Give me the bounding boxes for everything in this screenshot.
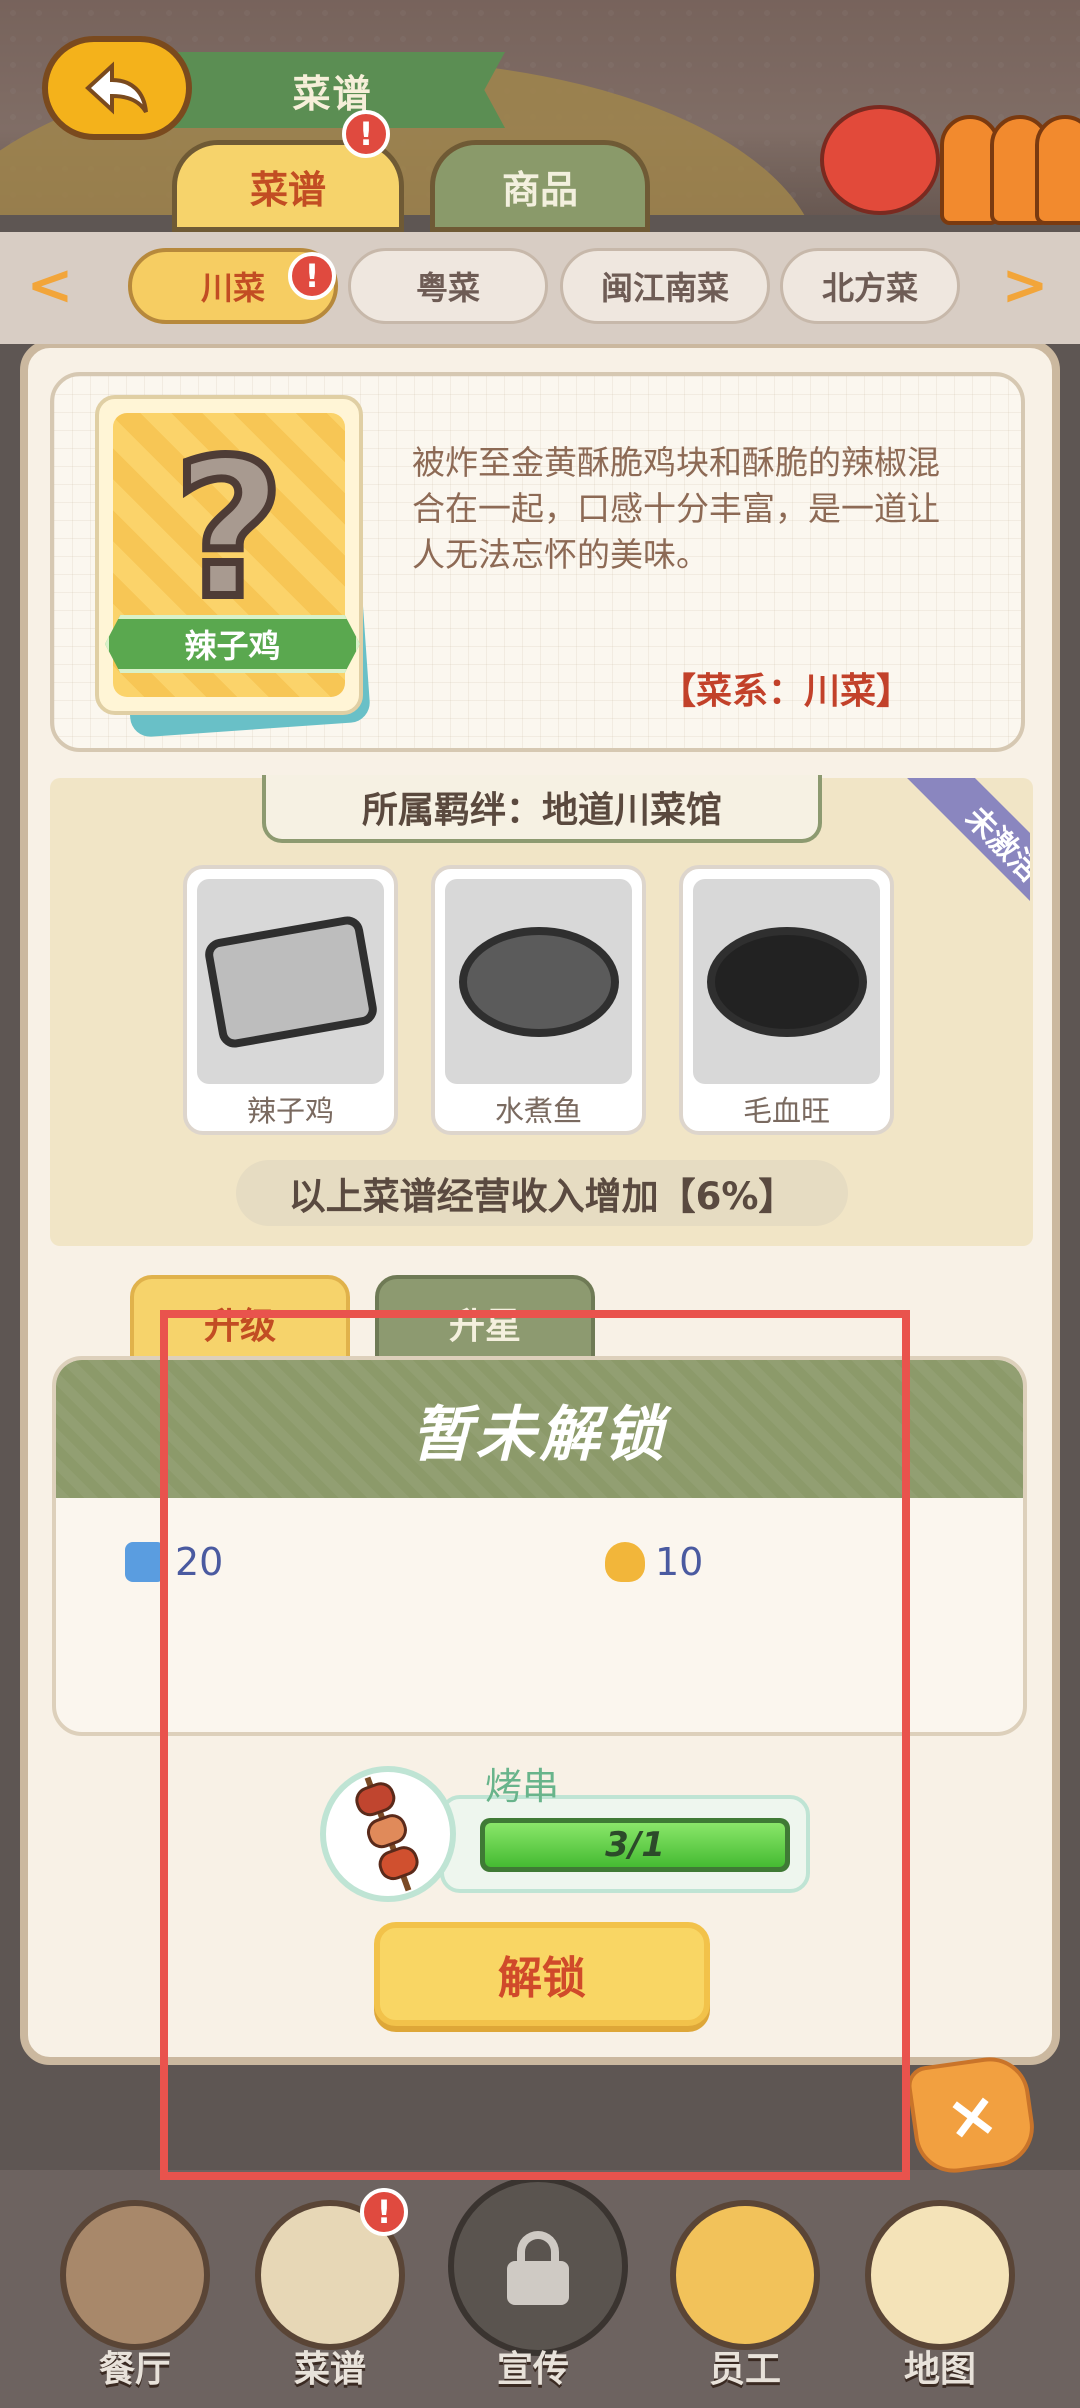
alert-badge-icon: !	[342, 110, 390, 158]
prev-category-button[interactable]: <	[10, 250, 90, 320]
question-mark-icon: ?	[170, 419, 288, 640]
category-tab-cantonese[interactable]: 粤菜	[348, 248, 548, 324]
close-icon: ×	[941, 2075, 1003, 2155]
nav-staff[interactable]: 员工	[660, 2200, 830, 2400]
nav-promotion[interactable]: 宣传	[448, 2176, 628, 2400]
lock-icon	[503, 2231, 573, 2305]
close-button[interactable]: ×	[904, 2052, 1040, 2178]
page-title: 菜谱	[160, 52, 505, 128]
nav-restaurant[interactable]: 餐厅	[50, 2200, 220, 2400]
next-category-button[interactable]: >	[985, 250, 1065, 320]
cuisine-label: 【菜系：川菜】	[660, 671, 913, 712]
recipe-name-ribbon: 辣子鸡	[105, 615, 360, 673]
dish-label: 水煮鱼	[494, 1094, 582, 1128]
tab-goods[interactable]: 商品	[430, 140, 650, 232]
bond-dish-card[interactable]: 辣子鸡	[183, 865, 398, 1135]
chevron-right-icon: >	[1001, 252, 1049, 318]
bond-dish-card[interactable]: 毛血旺	[679, 865, 894, 1135]
dish-image	[197, 879, 384, 1084]
vegetables-decoration	[820, 95, 1080, 225]
inactive-corner-ribbon: 未激活	[880, 778, 1030, 928]
bond-bonus: 以上菜谱经营收入增加【6%】	[236, 1160, 848, 1226]
back-arrow-icon	[85, 61, 148, 115]
bond-title: 所属羁绊：地道川菜馆	[262, 775, 822, 843]
alert-badge-icon: !	[360, 2188, 408, 2236]
recipe-description: 被炸至金黄酥脆鸡块和酥脆的辣椒混合在一起，口感十分丰富，是一道让人无法忘怀的美味…	[412, 443, 940, 574]
chevron-left-icon: <	[26, 252, 74, 318]
fish-icon	[125, 1542, 165, 1582]
map-icon	[865, 2200, 1015, 2350]
category-tab-minjiang[interactable]: 闽江南菜	[560, 248, 770, 324]
alert-badge-icon: !	[288, 252, 336, 300]
dish-label: 毛血旺	[742, 1094, 830, 1128]
nav-map[interactable]: 地图	[855, 2200, 1025, 2400]
restaurant-icon	[60, 2200, 210, 2350]
bond-dish-card[interactable]: 水煮鱼	[431, 865, 646, 1135]
dish-image	[693, 879, 880, 1084]
dish-image	[445, 879, 632, 1084]
chef-icon	[670, 2200, 820, 2350]
dish-label: 辣子鸡	[246, 1094, 334, 1128]
highlight-rectangle	[160, 1310, 910, 2180]
back-button[interactable]	[42, 36, 192, 140]
category-tab-northern[interactable]: 北方菜	[780, 248, 960, 324]
